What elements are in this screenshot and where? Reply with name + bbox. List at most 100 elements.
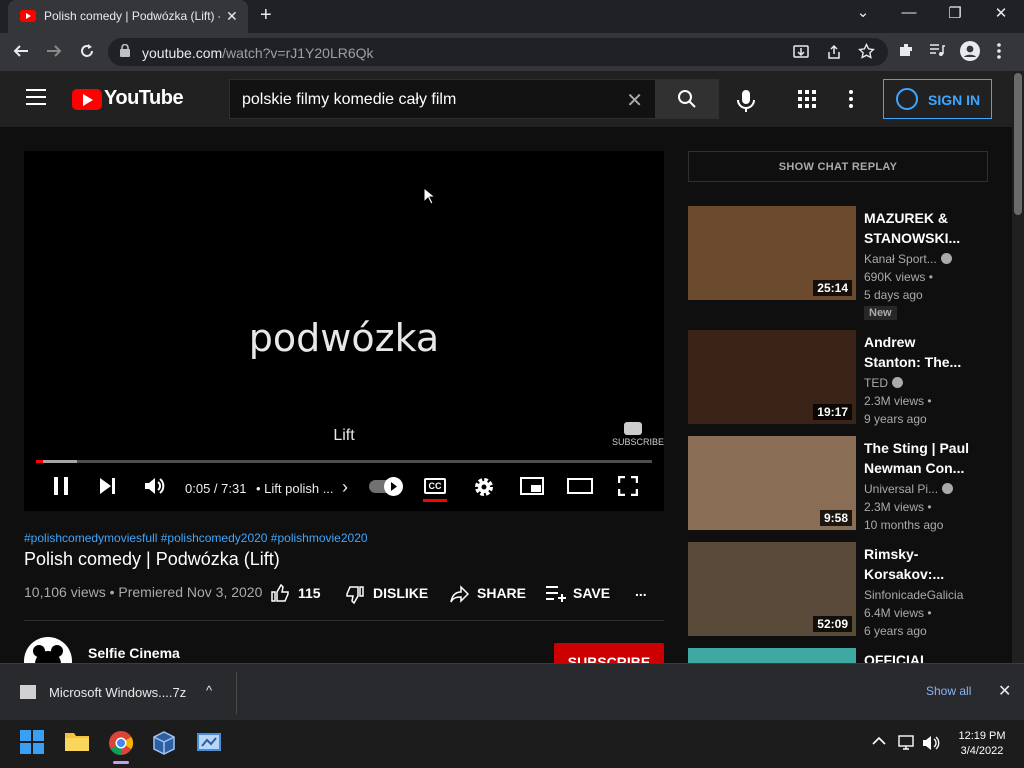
search-query-text[interactable]: polskie filmy komedie cały film	[242, 91, 456, 109]
recommended-channel[interactable]: Universal Pi...	[864, 482, 954, 496]
subtitles-button[interactable]: CC	[424, 478, 446, 494]
dislike-label: DISLIKE	[373, 585, 429, 601]
windows-start-icon[interactable]	[20, 730, 46, 756]
vm-app-icon[interactable]	[196, 730, 222, 756]
youtube-logo-text[interactable]: YouTube	[104, 87, 184, 110]
install-icon[interactable]	[793, 44, 809, 60]
video-duration: 25:14	[813, 280, 852, 296]
tab-close-button[interactable]: ✕	[226, 8, 238, 25]
recommended-video[interactable]: 19:17 Andrew Stanton: The... TED 2.3M vi…	[688, 330, 988, 430]
chapter-title[interactable]: • Lift polish ...	[256, 481, 334, 496]
chrome-icon[interactable]	[108, 730, 134, 764]
recommended-title[interactable]: MAZUREK & STANOWSKI...	[864, 208, 974, 248]
download-file-name[interactable]: Microsoft Windows....7z	[49, 685, 186, 700]
system-clock[interactable]: 12:19 PM 3/4/2022	[952, 729, 1012, 759]
recommended-age: 5 days ago	[864, 288, 923, 302]
clock-time: 12:19 PM	[958, 730, 1006, 742]
reload-icon[interactable]	[78, 42, 96, 60]
address-bar[interactable]: youtube.com/watch?v=rJ1Y20LR6Qk	[108, 38, 888, 66]
view-count: 10,106 views • Premiered Nov 3, 2020	[24, 584, 263, 600]
video-thumbnail[interactable]: 25:14	[688, 206, 856, 300]
divider	[24, 620, 664, 621]
guide-menu-icon[interactable]	[26, 89, 46, 105]
video-duration: 19:17	[813, 404, 852, 420]
recommended-age: 10 months ago	[864, 518, 944, 532]
progress-bar[interactable]	[36, 460, 652, 463]
video-caption: Lift	[333, 427, 355, 444]
chapter-arrow-icon[interactable]: ›	[342, 477, 348, 498]
apps-grid-icon[interactable]	[798, 90, 816, 108]
pause-icon	[54, 477, 68, 495]
recommended-video[interactable]: 9:58 The Sting | Paul Newman Con... Univ…	[688, 436, 988, 536]
close-window-button[interactable]: ✕	[981, 4, 1021, 22]
scrollbar-thumb[interactable]	[1014, 73, 1022, 215]
tab-search-icon[interactable]: ⌄	[843, 3, 883, 21]
verified-icon	[942, 483, 954, 494]
lock-icon[interactable]	[120, 44, 130, 57]
time-display: 0:05 / 7:31	[185, 481, 247, 496]
page-scrollbar[interactable]	[1012, 71, 1024, 663]
theater-mode-button[interactable]	[567, 476, 593, 496]
youtube-logo-icon[interactable]	[72, 89, 102, 110]
video-thumbnail[interactable]: 9:58	[688, 436, 856, 530]
recommended-channel[interactable]: TED	[864, 376, 903, 390]
recommended-video[interactable]: 52:09 Rimsky-Korsakov:... SinfonicadeGal…	[688, 542, 988, 642]
minimize-button[interactable]: —	[889, 4, 929, 21]
new-tab-button[interactable]: +	[260, 4, 272, 27]
next-icon	[100, 478, 115, 494]
forward-icon[interactable]	[45, 42, 63, 60]
virtualbox-icon[interactable]	[151, 730, 177, 756]
video-player[interactable]: podwózka Lift SUBSCRIBE 0:05 / 7:31 • Li…	[24, 151, 664, 511]
recommended-channel[interactable]: Kanał Sport...	[864, 252, 952, 266]
clear-search-icon[interactable]: ✕	[626, 88, 643, 113]
profile-icon[interactable]	[960, 41, 980, 61]
microphone-icon[interactable]	[735, 89, 757, 113]
show-all-downloads-link[interactable]: Show all	[926, 684, 971, 698]
progress-played	[36, 460, 43, 463]
divider	[236, 672, 237, 714]
close-download-shelf-icon[interactable]: ✕	[998, 681, 1011, 701]
network-icon[interactable]	[898, 735, 916, 751]
volume-button[interactable]	[144, 476, 166, 496]
show-chat-replay-button[interactable]: SHOW CHAT REPLAY	[688, 151, 988, 182]
autoplay-toggle[interactable]	[369, 477, 403, 496]
mouse-cursor-icon	[423, 187, 435, 205]
extensions-icon[interactable]	[898, 42, 914, 58]
video-thumbnail[interactable]	[688, 648, 856, 663]
miniplayer-button[interactable]	[520, 476, 544, 496]
file-explorer-icon[interactable]	[64, 730, 90, 756]
next-button[interactable]	[99, 476, 117, 496]
search-input[interactable]: polskie filmy komedie cały film ✕	[229, 79, 656, 119]
channel-name[interactable]: Selfie Cinema	[88, 645, 180, 661]
fullscreen-button[interactable]	[618, 476, 638, 496]
search-button[interactable]	[655, 79, 719, 119]
recommended-channel[interactable]: SinfonicadeGalicia	[864, 588, 963, 602]
video-hashtags[interactable]: #polishcomedymoviesfull #polishcomedy202…	[24, 531, 368, 545]
pause-button[interactable]	[52, 476, 70, 496]
media-controls-icon[interactable]	[929, 42, 945, 58]
recommended-video[interactable]: 25:14 MAZUREK & STANOWSKI... Kanał Sport…	[688, 206, 988, 320]
download-options-chevron-icon[interactable]: ^	[206, 683, 212, 698]
share-page-icon[interactable]	[826, 44, 842, 60]
bookmark-star-icon[interactable]	[858, 43, 875, 60]
recommended-title[interactable]: Andrew Stanton: The...	[864, 332, 974, 372]
video-thumbnail[interactable]: 52:09	[688, 542, 856, 636]
settings-button[interactable]	[473, 476, 495, 498]
settings-more-icon[interactable]	[848, 89, 854, 109]
subscribe-watermark[interactable]: SUBSCRIBE	[612, 422, 664, 447]
recommended-video[interactable]: OFFICIAL	[688, 648, 988, 663]
gear-icon	[475, 478, 493, 496]
recommended-title[interactable]: OFFICIAL	[864, 650, 974, 663]
tray-overflow-chevron-icon[interactable]	[872, 736, 886, 746]
back-icon[interactable]	[12, 42, 30, 60]
sign-in-button[interactable]: SIGN IN	[883, 79, 992, 119]
windows-taskbar: 12:19 PM 3/4/2022	[0, 720, 1024, 768]
video-thumbnail[interactable]: 19:17	[688, 330, 856, 424]
browser-tab[interactable]: Polish comedy | Podwózka (Lift) - ✕	[8, 0, 248, 33]
browser-menu-icon[interactable]	[996, 42, 1002, 60]
restore-button[interactable]: ❐	[935, 4, 975, 22]
recommended-title[interactable]: Rimsky-Korsakov:...	[864, 544, 974, 584]
more-actions-button[interactable]: ...	[635, 583, 647, 599]
recommended-title[interactable]: The Sting | Paul Newman Con...	[864, 438, 974, 478]
volume-tray-icon[interactable]	[922, 735, 940, 751]
